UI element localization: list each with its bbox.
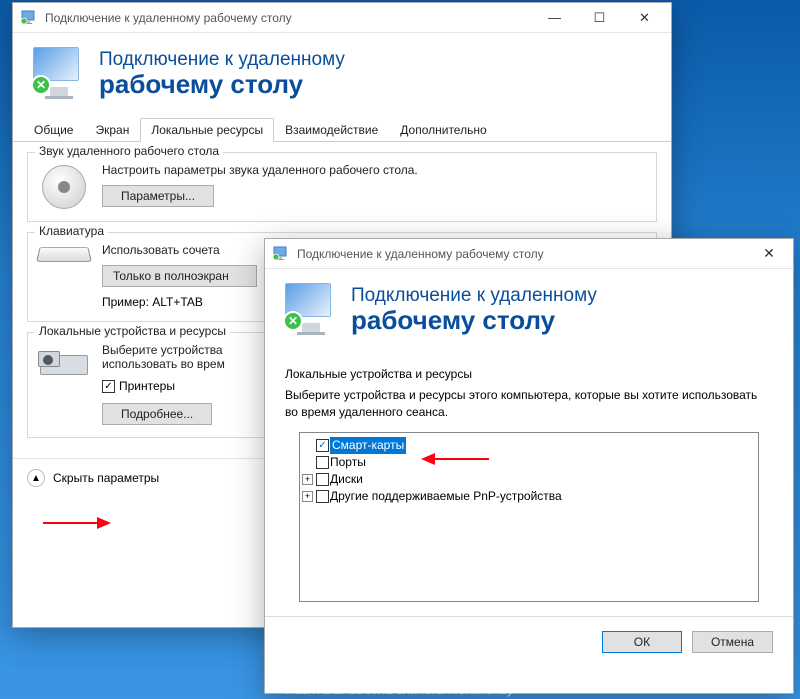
sub-banner-line1: Подключение к удаленному [351,285,597,307]
rdp-more-devices-dialog: Подключение к удаленному рабочему столу … [264,238,794,694]
sound-legend: Звук удаленного рабочего стола [35,144,223,158]
tree-item-smartcards[interactable]: ✓Смарт-карты [302,437,756,454]
speaker-icon [42,165,86,209]
sub-window-title: Подключение к удаленному рабочему столу [297,247,749,261]
keyboard-legend: Клавиатура [35,224,108,238]
sub-banner-line2: рабочему столу [351,307,597,333]
hide-params-link[interactable]: Скрыть параметры [53,471,159,485]
tab-advanced[interactable]: Дополнительно [389,118,497,142]
tab-strip: Общие Экран Локальные ресурсы Взаимодейс… [13,117,671,142]
sub-footer: ОК Отмена [265,616,793,667]
printer-camera-icon [40,345,88,375]
tab-experience[interactable]: Взаимодействие [274,118,389,142]
close-button[interactable]: ✕ [622,4,667,32]
sub-banner: ✕ Подключение к удаленному рабочему стол… [265,269,793,353]
maximize-button[interactable]: ☐ [577,4,622,32]
sub-titlebar[interactable]: Подключение к удаленному рабочему столу … [265,239,793,269]
expand-icon[interactable]: + [302,474,313,485]
sub-description: Выберите устройства и ресурсы этого комп… [285,387,773,422]
device-tree[interactable]: ✓Смарт-карты Порты +Диски +Другие поддер… [299,432,759,602]
tree-item-pnp[interactable]: +Другие поддерживаемые PnP-устройства [302,488,756,505]
tree-item-drives[interactable]: +Диски [302,471,756,488]
tree-item-ports[interactable]: Порты [302,454,756,471]
sound-settings-button[interactable]: Параметры... [102,185,214,207]
group-sound: Звук удаленного рабочего стола Настроить… [27,152,657,222]
keyboard-mode-dropdown[interactable]: Только в полноэкран [102,265,257,287]
banner-line1: Подключение к удаленному [99,49,345,71]
window-title: Подключение к удаленному рабочему столу [45,11,532,25]
tab-local-resources[interactable]: Локальные ресурсы [140,118,274,142]
banner: ✕ Подключение к удаленному рабочему стол… [13,33,671,117]
expand-icon[interactable]: + [302,491,313,502]
more-button[interactable]: Подробнее... [102,403,212,425]
watermark: PachvaraPetrovna для forum.onliner.by [286,682,514,697]
ok-button[interactable]: ОК [602,631,682,653]
app-icon [273,246,289,262]
collapse-icon[interactable]: ▲ [27,469,45,487]
rdp-icon: ✕ [33,47,85,99]
sub-close-button[interactable]: ✕ [749,240,789,268]
rdp-icon: ✕ [285,283,337,335]
keyboard-icon [36,247,92,262]
tab-general[interactable]: Общие [23,118,84,142]
sub-group-legend: Локальные устройства и ресурсы [285,367,773,381]
tab-display[interactable]: Экран [84,118,140,142]
titlebar[interactable]: Подключение к удаленному рабочему столу … [13,3,671,33]
app-icon [21,10,37,26]
sub-content: Локальные устройства и ресурсы Выберите … [265,353,793,616]
sound-desc: Настроить параметры звука удаленного раб… [102,163,646,177]
cancel-button[interactable]: Отмена [692,631,773,653]
banner-line2: рабочему столу [99,71,345,97]
devices-legend: Локальные устройства и ресурсы [35,324,230,338]
minimize-button[interactable]: — [532,4,577,32]
